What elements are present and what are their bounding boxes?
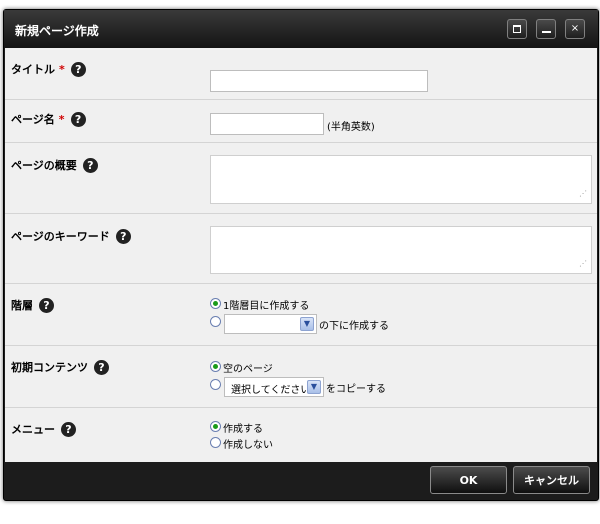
initial-content-label-text: 初期コンテンツ xyxy=(11,361,88,374)
keywords-label: ページのキーワード? xyxy=(11,228,131,245)
chevron-down-icon: ▼ xyxy=(307,380,321,394)
title-label: タイトル *? xyxy=(11,61,86,78)
content-radio-copy[interactable] xyxy=(210,379,221,390)
row-initial-content: 初期コンテンツ? 空のページ 選択してください ▼ をコピーする xyxy=(5,346,597,408)
menu-label: メニュー? xyxy=(11,421,76,438)
help-icon[interactable]: ? xyxy=(115,228,131,244)
hierarchy-radio-top-level[interactable] xyxy=(210,298,221,309)
summary-label-text: ページの概要 xyxy=(11,159,77,172)
help-icon[interactable]: ? xyxy=(39,297,54,313)
menu-label-text: メニュー xyxy=(11,423,55,436)
minimize-button[interactable] xyxy=(536,19,556,39)
page-name-input[interactable] xyxy=(210,113,324,135)
summary-label: ページの概要? xyxy=(11,157,98,174)
menu-radio-create[interactable] xyxy=(210,421,221,432)
parent-page-select[interactable]: ▼ xyxy=(224,314,317,334)
hierarchy-radio-under-page[interactable] xyxy=(210,316,221,327)
cancel-button[interactable]: キャンセル xyxy=(513,466,590,494)
required-mark: * xyxy=(59,63,65,76)
row-summary: ページの概要? ⋰ xyxy=(5,143,597,214)
maximize-button[interactable] xyxy=(507,19,527,39)
page-name-label-text: ページ名 xyxy=(11,113,55,126)
dialog-footer: OK キャンセル xyxy=(4,462,598,500)
help-icon[interactable]: ? xyxy=(82,157,98,173)
content-option2-suffix: をコピーする xyxy=(326,384,386,395)
initial-content-label: 初期コンテンツ? xyxy=(11,359,109,376)
menu-option2-text: 作成しない xyxy=(223,440,273,451)
new-page-dialog: 新規ページ作成 × タイトル*? ページ名*? (半角英数) ページの概要? xyxy=(3,9,599,501)
row-page-name: ページ名 *? (半角英数) xyxy=(5,100,597,143)
copy-source-select[interactable]: 選択してください ▼ xyxy=(224,377,324,397)
hierarchy-label: 階層? xyxy=(11,297,54,314)
help-icon[interactable]: ? xyxy=(61,421,76,437)
summary-textarea[interactable] xyxy=(210,155,592,204)
content-option1-text: 空のページ xyxy=(223,364,273,375)
keywords-textarea[interactable] xyxy=(210,226,592,274)
maximize-icon xyxy=(513,25,521,33)
row-hierarchy: 階層? 1階層目に作成する ▼ の下に作成する xyxy=(5,284,597,346)
page-name-label: ページ名 *? xyxy=(11,111,86,128)
resize-grip-icon[interactable]: ⋰ xyxy=(579,190,587,198)
chevron-down-icon: ▼ xyxy=(300,317,314,331)
resize-grip-icon[interactable]: ⋰ xyxy=(579,260,587,268)
row-menu: メニュー? 作成する 作成しない xyxy=(5,408,597,462)
help-icon[interactable]: ? xyxy=(70,61,86,77)
row-keywords: ページのキーワード? ⋰ xyxy=(5,214,597,284)
page-name-note: (半角英数) xyxy=(327,122,375,133)
help-icon[interactable]: ? xyxy=(94,359,109,375)
keywords-label-text: ページのキーワード xyxy=(11,230,110,243)
dialog-titlebar[interactable]: 新規ページ作成 × xyxy=(4,10,598,48)
close-icon: × xyxy=(570,23,580,34)
title-input[interactable] xyxy=(210,70,428,92)
row-title: タイトル *? xyxy=(5,48,597,100)
dialog-body: タイトル *? ページ名 *? (半角英数) ページの概要? ⋰ ページのキーワード… xyxy=(5,48,597,462)
help-icon[interactable]: ? xyxy=(70,111,86,127)
hierarchy-label-text: 階層 xyxy=(11,299,33,312)
close-button[interactable]: × xyxy=(565,19,585,39)
dialog-title: 新規ページ作成 xyxy=(15,24,99,38)
hierarchy-option1-text: 1階層目に作成する xyxy=(223,301,310,312)
menu-radio-none[interactable] xyxy=(210,437,221,448)
title-label-text: タイトル xyxy=(11,63,55,76)
required-mark: * xyxy=(58,113,65,126)
menu-option1-text: 作成する xyxy=(223,424,263,435)
content-radio-empty[interactable] xyxy=(210,361,221,372)
ok-button[interactable]: OK xyxy=(430,466,507,494)
hierarchy-option2-suffix: の下に作成する xyxy=(319,321,389,332)
minimize-icon xyxy=(542,31,551,33)
